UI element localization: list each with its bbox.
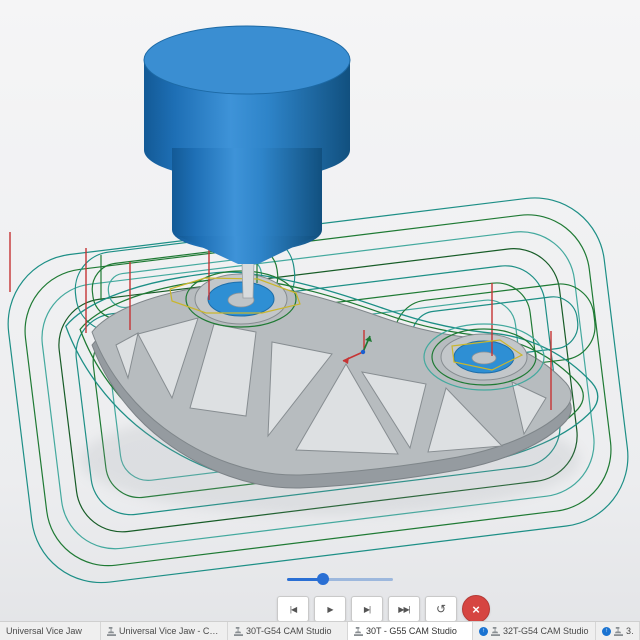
sync-status-icon: ↑ (602, 627, 611, 636)
replay-icon: ↺ (436, 602, 446, 616)
document-tab-bar: Universal Vice Jaw Universal Vice Jaw - … (0, 621, 640, 640)
machine-icon (107, 627, 116, 636)
machine-icon (614, 627, 623, 636)
machine-icon (354, 627, 363, 636)
simulation-canvas (0, 0, 640, 640)
machine-icon (491, 627, 500, 636)
simulation-progress-slider[interactable] (287, 573, 393, 585)
tab-32t-g54-cam-studio[interactable]: ↑ 32T-G54 CAM Studio (473, 622, 596, 640)
replay-button[interactable]: ↺ (425, 596, 457, 622)
step-forward-icon: ▶| (364, 605, 370, 614)
stop-simulation-button[interactable]: × (462, 595, 490, 623)
tab-universal-vice-jaw-ca[interactable]: Universal Vice Jaw - CA... (101, 622, 228, 640)
tab-label: 30T - G55 CAM Studio (366, 626, 457, 636)
playback-controls: |◀ ▶ ▶| ▶▶| ↺ × (277, 595, 490, 623)
tab-universal-vice-jaw[interactable]: Universal Vice Jaw (0, 622, 101, 640)
play-button[interactable]: ▶ (314, 596, 346, 622)
tab-30t-g55-cam-studio[interactable]: 30T - G55 CAM Studio (348, 622, 473, 640)
cam-simulation-window: |◀ ▶ ▶| ▶▶| ↺ × Universal Vice Jaw Unive… (0, 0, 640, 640)
slider-handle[interactable] (317, 573, 329, 585)
close-icon: × (472, 602, 480, 617)
skip-to-end-icon: ▶▶| (398, 605, 409, 614)
machine-icon (234, 627, 243, 636)
tab-label: Universal Vice Jaw - CA... (119, 626, 221, 636)
tab-label: 32T-G54 CAM Studio (503, 626, 589, 636)
skip-to-start-icon: |◀ (290, 605, 296, 614)
play-icon: ▶ (327, 605, 332, 614)
tab-32t-g55-cam-studio[interactable]: ↑ 32T - G55 CAM Studio (596, 622, 640, 640)
tab-label: 30T-G54 CAM Studio (246, 626, 332, 636)
3d-viewport[interactable] (0, 0, 640, 640)
step-forward-button[interactable]: ▶| (351, 596, 383, 622)
tab-30t-g54-cam-studio[interactable]: 30T-G54 CAM Studio (228, 622, 348, 640)
skip-to-start-button[interactable]: |◀ (277, 596, 309, 622)
tab-label: Universal Vice Jaw (6, 626, 82, 636)
tab-label: 32T - G55 CAM Studio (626, 626, 633, 636)
sync-status-icon: ↑ (479, 627, 488, 636)
skip-to-end-button[interactable]: ▶▶| (388, 596, 420, 622)
slider-track-remaining[interactable] (323, 578, 393, 581)
tool-shaft (242, 262, 254, 298)
